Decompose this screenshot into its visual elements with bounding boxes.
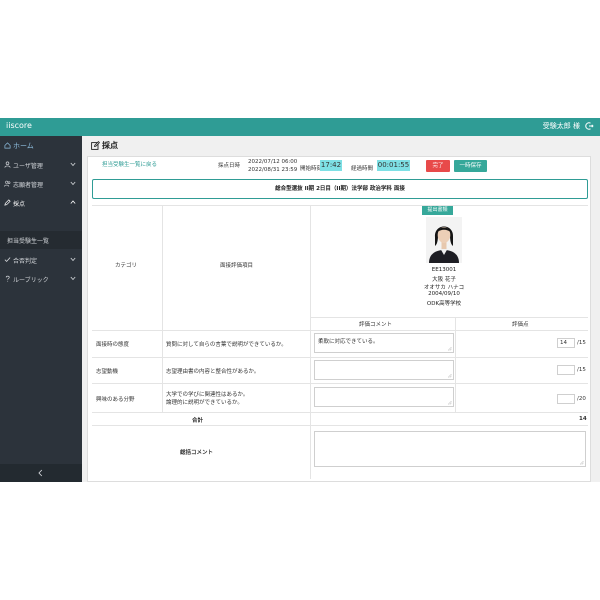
comment-textarea[interactable] bbox=[314, 360, 454, 380]
sidebar-footer bbox=[0, 464, 82, 482]
applicant-id: EE13001 bbox=[431, 267, 457, 273]
elapsed-time-value: 00:01:55 bbox=[377, 160, 410, 171]
table-rule bbox=[310, 205, 311, 479]
sidebar-item-home[interactable]: ホーム bbox=[0, 136, 82, 155]
start-time-label: 開始時刻 bbox=[300, 166, 323, 172]
sidebar-item-label: 志願者管理 bbox=[13, 182, 44, 189]
category-cell: 興味のある分野 bbox=[96, 397, 135, 403]
users-icon bbox=[4, 180, 11, 187]
score-max: /15 bbox=[577, 340, 586, 346]
sidebar-subitem-assigned-examinees[interactable]: 担当受験生一覧 bbox=[0, 231, 82, 249]
total-label: 合計 bbox=[192, 418, 204, 424]
applicant-school: ODK高等学校 bbox=[426, 301, 462, 307]
sidebar-item-rubric[interactable]: ルーブリック bbox=[0, 269, 82, 288]
comment-textarea[interactable] bbox=[314, 387, 454, 407]
criteria-cell: 志望理由書の内容と整合性があるか。 bbox=[166, 369, 260, 375]
applicant-birthdate: 2004/09/10 bbox=[428, 291, 460, 297]
sidebar-item-label: ユーザ管理 bbox=[13, 163, 43, 170]
resize-grip-icon[interactable] bbox=[579, 460, 584, 465]
app-window: iiscore 受験太郎 様 ホーム ユーザ管理 志願者管理 採点 担当受験生一… bbox=[0, 118, 600, 482]
score-input[interactable]: 14 bbox=[557, 338, 575, 348]
main-content: 採点 担当受験生一覧に戻る 採点日時 2022/07/12 06:00 2022… bbox=[82, 136, 600, 482]
applicant-photo bbox=[426, 217, 462, 263]
resize-grip-icon[interactable] bbox=[447, 346, 452, 351]
submitted-documents-button[interactable]: 提出書類 bbox=[422, 206, 453, 215]
home-icon bbox=[4, 142, 11, 149]
table-rule bbox=[162, 205, 163, 412]
criteria-cell: 大学での学びに関連性はあるか。 bbox=[166, 392, 249, 398]
elapsed-time-label: 経過時間 bbox=[351, 166, 374, 172]
category-cell: 面接時の態度 bbox=[96, 342, 130, 348]
sidebar-subitem-label: 担当受験生一覧 bbox=[7, 238, 50, 245]
comment-text: 柔軟に対応できている。 bbox=[318, 339, 379, 345]
back-to-list-link[interactable]: 担当受験生一覧に戻る bbox=[102, 160, 157, 168]
chevron-up-icon bbox=[70, 200, 76, 204]
total-value: 14 bbox=[579, 416, 587, 422]
resize-grip-icon[interactable] bbox=[447, 400, 452, 405]
table-rule bbox=[310, 317, 588, 318]
sidebar-item-label: ルーブリック bbox=[13, 277, 49, 284]
sidebar: ホーム ユーザ管理 志願者管理 採点 担当受験生一覧 合否判定 ルーブリック bbox=[0, 136, 82, 482]
score-input[interactable] bbox=[557, 365, 575, 375]
exam-title: 総合型選抜 II期 2日目（II期）法学部 政治学科 面接 bbox=[92, 179, 588, 199]
overall-comment-textarea[interactable] bbox=[314, 431, 586, 467]
category-cell: 志望動機 bbox=[96, 369, 119, 375]
logout-icon[interactable] bbox=[584, 121, 594, 131]
sidebar-item-pass-fail[interactable]: 合否判定 bbox=[0, 250, 82, 269]
table-rule bbox=[92, 357, 588, 358]
score-input[interactable] bbox=[557, 394, 575, 404]
complete-button[interactable]: 完了 bbox=[426, 160, 450, 172]
table-rule bbox=[92, 205, 588, 206]
resize-grip-icon[interactable] bbox=[447, 373, 452, 378]
sidebar-item-label: ホーム bbox=[13, 142, 34, 150]
overall-comment-label: 総括コメント bbox=[180, 450, 214, 456]
score-max: /20 bbox=[577, 396, 586, 402]
scoring-period-label: 採点日時 bbox=[218, 163, 241, 169]
sidebar-item-user-management[interactable]: ユーザ管理 bbox=[0, 155, 82, 174]
score-max: /15 bbox=[577, 367, 586, 373]
scoring-table: カテゴリ 面接評価項目 提出書類 EE13001 大阪 花子 オオサカ ハナコ … bbox=[92, 205, 588, 479]
chevron-down-icon bbox=[70, 276, 76, 281]
table-rule bbox=[92, 383, 588, 384]
table-rule bbox=[92, 412, 588, 413]
scoring-card: 担当受験生一覧に戻る 採点日時 2022/07/12 06:00 2022/08… bbox=[87, 156, 591, 482]
sidebar-item-label: 採点 bbox=[13, 201, 26, 208]
check-icon bbox=[4, 257, 11, 262]
user-name[interactable]: 受験太郎 様 bbox=[543, 121, 580, 131]
chevron-down-icon bbox=[70, 162, 76, 167]
page-title: 採点 bbox=[102, 141, 118, 150]
category-header: カテゴリ bbox=[115, 263, 138, 269]
sidebar-item-label: 合否判定 bbox=[13, 258, 38, 265]
scoring-period-end: 2022/08/31 23:59 bbox=[248, 167, 298, 173]
comment-header: 評価コメント bbox=[359, 322, 393, 328]
user-icon bbox=[4, 161, 11, 168]
question-icon bbox=[5, 275, 10, 282]
applicant-name: 大阪 花子 bbox=[432, 277, 456, 283]
comment-textarea[interactable]: 柔軟に対応できている。 bbox=[314, 333, 454, 353]
pencil-icon bbox=[4, 199, 11, 206]
sidebar-item-applicant-management[interactable]: 志願者管理 bbox=[0, 174, 82, 193]
chevron-left-icon[interactable] bbox=[37, 469, 44, 477]
temporary-save-button[interactable]: 一時保存 bbox=[454, 160, 487, 172]
criteria-cell: 論理的に説明ができているか。 bbox=[166, 400, 243, 406]
app-title[interactable]: iiscore bbox=[6, 121, 32, 130]
top-bar: iiscore 受験太郎 様 bbox=[0, 118, 600, 136]
sidebar-item-scoring[interactable]: 採点 bbox=[0, 193, 82, 212]
table-rule bbox=[92, 425, 588, 426]
applicant-kana: オオサカ ハナコ bbox=[423, 285, 465, 291]
table-rule bbox=[455, 317, 456, 412]
score-header: 評価点 bbox=[512, 322, 529, 328]
start-time-value: 17:42 bbox=[320, 160, 342, 171]
scoring-period-start: 2022/07/12 06:00 bbox=[248, 159, 298, 165]
criteria-cell: 質問に対して自らの言葉で説明ができているか。 bbox=[166, 342, 287, 348]
criteria-header: 面接評価項目 bbox=[220, 263, 254, 269]
chevron-down-icon bbox=[70, 181, 76, 186]
table-rule bbox=[92, 330, 588, 331]
chevron-down-icon bbox=[70, 257, 76, 262]
edit-icon bbox=[91, 141, 100, 150]
